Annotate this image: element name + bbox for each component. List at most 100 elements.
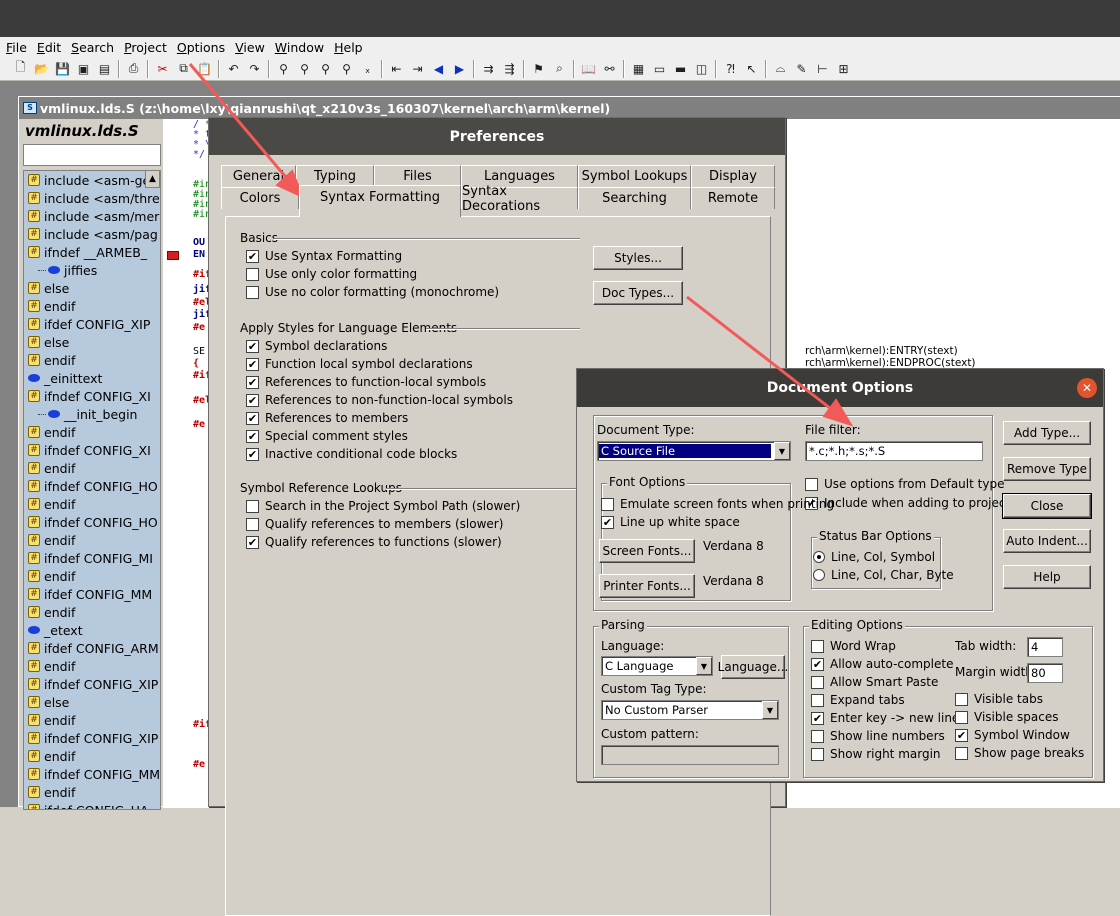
new-file-icon[interactable]: 🗋 (10, 59, 31, 79)
menu-edit[interactable]: Edit (37, 40, 61, 55)
redo-icon[interactable]: ↷ (244, 59, 265, 79)
open-folder-icon[interactable]: 📂 (31, 59, 52, 79)
symbol-list-item[interactable]: # endif (24, 531, 160, 549)
symbol-list-item[interactable]: # endif (24, 495, 160, 513)
lookup-icon[interactable]: ⚑ (528, 59, 549, 79)
symbol-ref-option[interactable]: Qualify references to members (slower) (246, 517, 503, 531)
editing-option[interactable]: Show line numbers (811, 729, 945, 743)
checkbox[interactable] (811, 693, 824, 707)
print-icon[interactable]: ⎙ (123, 59, 144, 79)
replace-icon[interactable]: ₓ (357, 59, 378, 79)
include-projects-option[interactable]: ✔ Include when adding to projects (805, 496, 1016, 510)
symbol-list-item[interactable]: # ifndef CONFIG_MI (24, 549, 160, 567)
draw-icon[interactable]: ⌓ (770, 59, 791, 79)
basics-option[interactable]: ✔ Use Syntax Formatting (246, 249, 402, 263)
menu-search[interactable]: Search (71, 40, 114, 55)
document-type-select[interactable]: C Source File ▼ (597, 441, 791, 461)
jump-icon[interactable]: ⇉ (478, 59, 499, 79)
custom-tag-select[interactable]: No Custom Parser ▼ (601, 700, 779, 720)
symbol-list-item[interactable]: # endif (24, 783, 160, 801)
symbol-search-input[interactable] (23, 144, 161, 166)
menu-file[interactable]: File (6, 40, 27, 55)
chevron-down-icon[interactable]: ▼ (762, 701, 778, 719)
tile-icon[interactable]: ◫ (691, 59, 712, 79)
checkbox[interactable] (955, 746, 968, 760)
checkbox[interactable] (246, 499, 259, 513)
symbol-list-item[interactable]: # else (24, 279, 160, 297)
editing-option[interactable]: ✔ Allow auto-complete (811, 657, 953, 671)
tab-files[interactable]: Files (374, 165, 461, 187)
relation-icon[interactable]: ⚯ (599, 59, 620, 79)
checkbox[interactable] (246, 285, 259, 299)
tab-general[interactable]: General (221, 165, 296, 187)
symbol-list-item[interactable]: jiffies (24, 261, 160, 279)
symbol-list-item[interactable]: # ifndef CONFIG_HO (24, 513, 160, 531)
screen-fonts-button[interactable]: Screen Fonts... (599, 539, 695, 563)
tab-display[interactable]: Display (691, 165, 775, 187)
auto-indent-button[interactable]: Auto Indent... (1003, 529, 1091, 553)
checkbox[interactable] (601, 497, 614, 511)
basics-option[interactable]: Use only color formatting (246, 267, 417, 281)
find-icon[interactable]: ⚲ (273, 59, 294, 79)
save-all-icon[interactable]: ▣ (73, 59, 94, 79)
checkbox[interactable] (246, 517, 259, 531)
symbol-list-item[interactable]: # ifndef __ARMEB_ (24, 243, 160, 261)
emulate-fonts-option[interactable]: Emulate screen fonts when printing (601, 497, 834, 511)
symbol-list-item[interactable]: # endif (24, 459, 160, 477)
checkbox[interactable] (811, 729, 824, 743)
checkbox[interactable]: ✔ (601, 515, 614, 529)
symbol-list-item[interactable]: # endif (24, 747, 160, 765)
symbol-ref-option[interactable]: Search in the Project Symbol Path (slowe… (246, 499, 520, 513)
add-type-button[interactable]: Add Type... (1003, 421, 1091, 445)
checkbox[interactable]: ✔ (246, 393, 259, 407)
forward-icon[interactable]: ▶ (449, 59, 470, 79)
checkbox[interactable] (811, 675, 824, 689)
checkbox[interactable]: ✔ (246, 411, 259, 425)
symbol-list-item[interactable]: # include <asm-gen (24, 171, 160, 189)
help-button[interactable]: Help (1003, 565, 1091, 589)
styles-button[interactable]: Styles... (593, 246, 683, 270)
editing-option[interactable]: Expand tabs (811, 693, 905, 707)
checkbox[interactable] (811, 747, 824, 761)
find-previous-icon[interactable]: ⚲ (294, 59, 315, 79)
apply-styles-option[interactable]: ✔ References to non-function-local symbol… (246, 393, 513, 407)
document-titlebar[interactable]: S vmlinux.lds.S (z:\home\lxy\qianrushi\q… (19, 97, 1120, 119)
checkbox[interactable]: ✔ (811, 711, 824, 725)
chevron-down-icon[interactable]: ▼ (696, 657, 712, 675)
bookmark-next-icon[interactable]: ⇥ (407, 59, 428, 79)
cut-icon[interactable]: ✂ (152, 59, 173, 79)
jump-next-icon[interactable]: ⇶ (499, 59, 520, 79)
close-dialog-button[interactable]: ✕ (1077, 378, 1097, 398)
paste-icon[interactable]: 📋 (194, 59, 215, 79)
editing-option[interactable]: Show right margin (811, 747, 941, 761)
symbol-list-item[interactable]: # endif (24, 423, 160, 441)
checkbox[interactable] (811, 639, 824, 653)
browse-icon[interactable]: ⌕ (549, 59, 570, 79)
save-icon[interactable]: 💾 (52, 59, 73, 79)
tab-syntax-decorations[interactable]: Syntax Decorations (461, 184, 578, 214)
symbol-list-item[interactable]: # ifndef CONFIG_XIP (24, 729, 160, 747)
status-bar-option-symbol[interactable]: Line, Col, Symbol (813, 550, 935, 564)
checkbox[interactable]: ✔ (246, 535, 259, 549)
copy-icon[interactable]: ⧉ (173, 59, 194, 79)
symbol-list-item[interactable]: # endif (24, 567, 160, 585)
symbol-list-item[interactable]: # ifdef CONFIG_HA (24, 801, 160, 809)
tab-searching[interactable]: Searching (578, 187, 691, 209)
custom-pattern-input[interactable] (601, 745, 779, 765)
chevron-down-icon[interactable]: ▼ (774, 442, 790, 460)
symbol-list-item[interactable]: _einittext (24, 369, 160, 387)
symbol-list-item[interactable]: __init_begin (24, 405, 160, 423)
editing-option-right[interactable]: Visible tabs (955, 692, 1043, 706)
result-line[interactable]: rch\arm\kernel):ENTRY(stext) (805, 345, 1069, 357)
scroll-up-arrow[interactable]: ▲ (145, 170, 160, 188)
checkbox[interactable]: ✔ (811, 657, 824, 671)
checkbox[interactable]: ✔ (246, 429, 259, 443)
checkbox[interactable]: ✔ (246, 339, 259, 353)
symbol-list-item[interactable]: # endif (24, 297, 160, 315)
context-icon[interactable]: ⁈ (720, 59, 741, 79)
file-filter-input[interactable]: *.c;*.h;*.s;*.S (805, 441, 983, 461)
symbol-list-item[interactable]: # include <asm/pag (24, 225, 160, 243)
checkbox[interactable] (955, 692, 968, 706)
checkbox[interactable] (805, 477, 818, 491)
apply-styles-option[interactable]: ✔ Inactive conditional code blocks (246, 447, 457, 461)
